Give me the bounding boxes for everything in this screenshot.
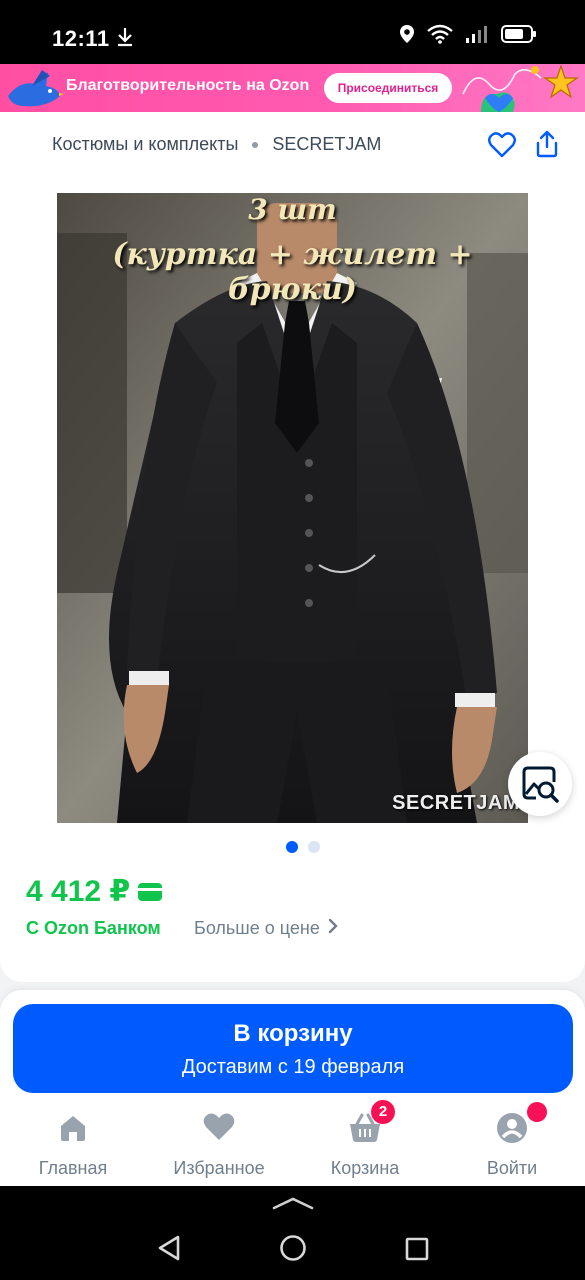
location-icon [399,24,415,49]
nav-label-favorites: Избранное [173,1158,265,1178]
gallery-dot-active[interactable] [286,841,298,853]
promo-banner[interactable]: Благотворительность на Ozon Присоединить… [0,64,585,112]
bottom-nav: Главная Избранное 2 Корзина Войти [0,1100,585,1184]
status-time: 12:11 [52,26,110,51]
product-image[interactable]: 3 шт (куртка + жилет + брюки) SECRETJAM [57,193,528,823]
download-icon [116,27,134,52]
recent-apps-icon[interactable] [405,1237,429,1266]
breadcrumb-separator [252,141,259,148]
share-icon[interactable] [534,130,560,163]
favorite-heart-icon[interactable] [488,132,516,163]
add-to-cart-button[interactable]: В корзину Доставим с 19 февраля [13,1004,573,1093]
promo-decoration-icon [455,64,585,112]
cart-count-badge: 2 [371,1100,395,1124]
image-search-button[interactable] [508,752,572,816]
image-overlay-line2: (куртка + жилет + брюки) [112,237,473,307]
status-icons [399,24,537,49]
breadcrumb-brand-link[interactable]: SECRETJAM [272,134,381,155]
nav-item-login[interactable]: Войти [452,1102,572,1179]
back-icon[interactable] [156,1234,182,1267]
nav-item-favorites[interactable]: Избранное [159,1112,279,1179]
breadcrumb-category-link[interactable]: Костюмы и комплекты [52,134,238,155]
system-navigation-bar [0,1186,585,1280]
add-to-cart-label: В корзину [233,1020,353,1047]
more-about-price-link[interactable]: Больше о цене [194,918,338,939]
home-circle-icon[interactable] [279,1234,307,1267]
breadcrumb: Костюмы и комплекты SECRETJAM [52,134,381,155]
nav-label-cart: Корзина [330,1158,400,1178]
more-about-price-label: Больше о цене [194,918,320,938]
gallery-pagination [286,841,320,853]
bottom-panel: В корзину Доставим с 19 февраля Главная … [0,990,585,1186]
delivery-date-label: Доставим с 19 февраля [181,1056,405,1078]
battery-icon [501,24,537,49]
price-value: 4 412 ₽ [26,875,131,908]
gallery-dot[interactable] [308,841,320,853]
nav-label-home: Главная [38,1158,108,1178]
promo-text: Благотворительность на Ozon [66,77,310,94]
image-overlay-line1: 3 шт [248,193,337,226]
nav-label-login: Войти [486,1158,538,1178]
wifi-icon [427,24,453,49]
heart-icon [159,1112,279,1148]
chevron-right-icon [328,918,338,939]
bird-icon [2,66,64,112]
basket-icon: 2 [305,1100,425,1148]
nav-item-home[interactable]: Главная [13,1112,133,1179]
image-brand-watermark: SECRETJAM [392,792,520,814]
home-icon [13,1112,133,1148]
price: 4 412 ₽ [26,874,163,909]
promo-join-button[interactable]: Присоединиться [324,73,452,103]
bank-card-icon [138,882,163,901]
notification-dot [527,1102,547,1122]
chevron-up-icon[interactable] [272,1196,314,1215]
signal-icon [465,24,489,49]
ozon-bank-label: С Ozon Банком [26,918,161,938]
product-card: Костюмы и комплекты SECRETJAM 3 шт (курт… [0,112,585,982]
status-bar: 12:11 [0,0,585,64]
profile-icon [452,1102,572,1148]
nav-item-cart[interactable]: 2 Корзина [305,1100,425,1179]
